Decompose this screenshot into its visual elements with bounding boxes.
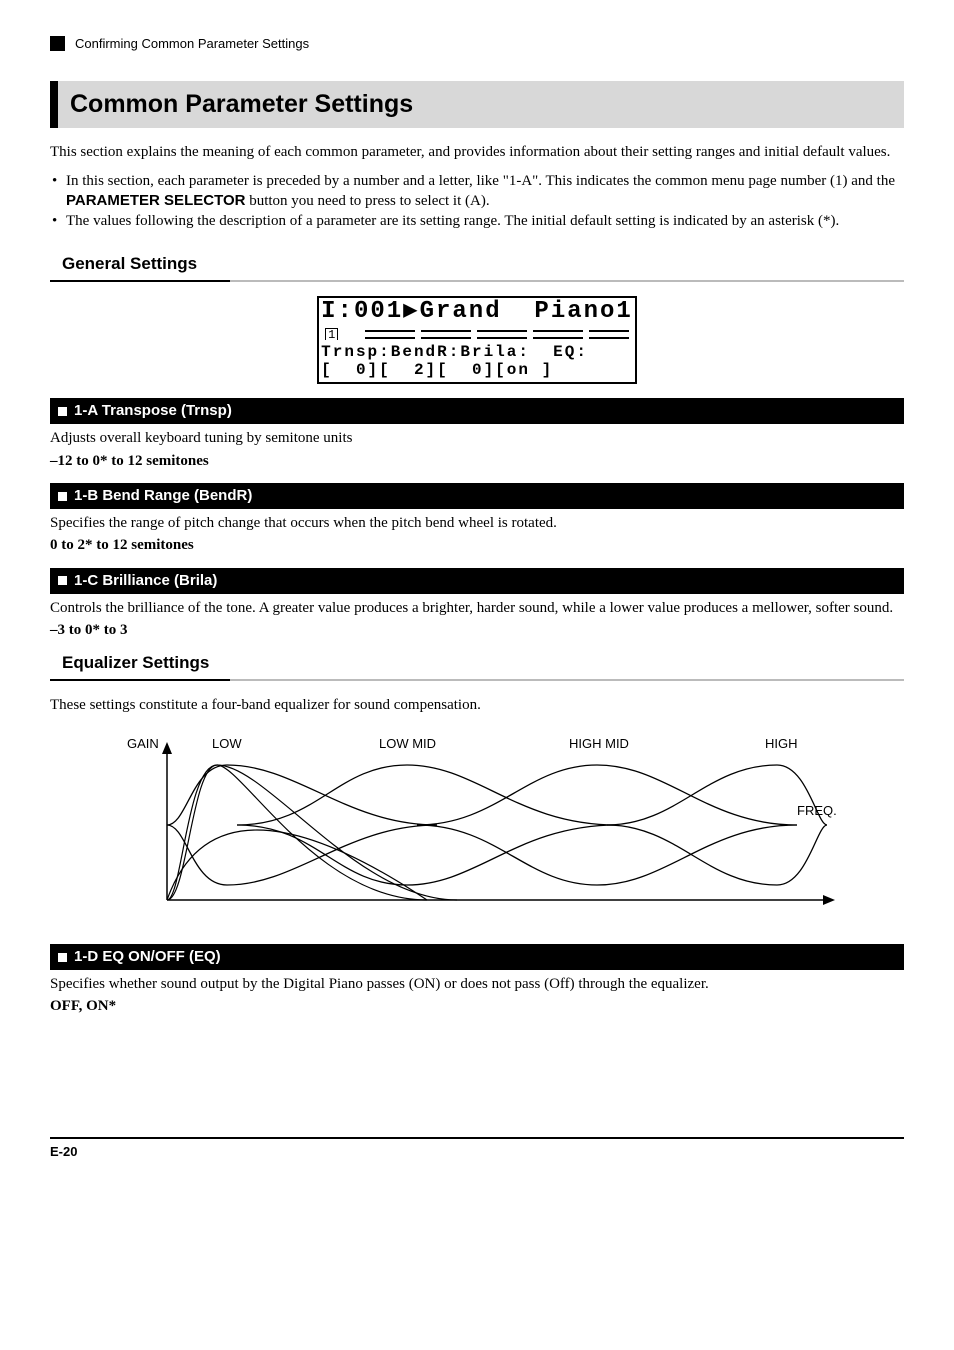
lcd-display: I:001▶Grand Piano1 1 Trnsp:BendR:Brila: … (50, 296, 904, 384)
bullet-list: • In this section, each parameter is pre… (50, 171, 904, 232)
page-number: E-20 (50, 1144, 77, 1159)
intro-text: This section explains the meaning of eac… (50, 142, 904, 162)
square-icon (58, 492, 67, 501)
param-header-1c: 1-C Brilliance (Brila) (50, 568, 904, 594)
lcd-line-1: I:001▶Grand Piano1 (321, 300, 633, 326)
bullet-pre: In this section, each parameter is prece… (66, 173, 895, 189)
param-title: 1-A Transpose (Trnsp) (74, 401, 232, 421)
param-title: 1-D EQ ON/OFF (EQ) (74, 947, 221, 967)
heading-rule (50, 280, 904, 282)
lcd-page-bar: 1 (321, 328, 633, 342)
bullet-pre: The values following the description of … (66, 213, 839, 229)
param-desc: Specifies whether sound output by the Di… (50, 974, 904, 994)
param-range: OFF, ON* (50, 996, 904, 1016)
param-title: 1-B Bend Range (BendR) (74, 486, 252, 506)
lcd-line-4: [ 0][ 2][ 0][on ] (321, 362, 633, 380)
param-range: –3 to 0* to 3 (50, 620, 904, 640)
eq-diagram: GAIN LOW LOW MID HIGH MID HIGH FREQ. (50, 730, 904, 926)
equalizer-settings-heading: Equalizer Settings (62, 652, 904, 675)
eq-label-lowmid: LOW MID (379, 736, 436, 751)
eq-label-low: LOW (212, 736, 242, 751)
param-range: 0 to 2* to 12 semitones (50, 535, 904, 555)
breadcrumb-marker (50, 36, 65, 51)
param-desc: Adjusts overall keyboard tuning by semit… (50, 428, 904, 448)
eq-label-high: HIGH (765, 736, 798, 751)
param-header-1b: 1-B Bend Range (BendR) (50, 483, 904, 509)
list-item: • In this section, each parameter is pre… (50, 171, 904, 212)
breadcrumb-text: Confirming Common Parameter Settings (75, 35, 309, 53)
bullet-text: The values following the description of … (66, 211, 904, 231)
lcd-page-number: 1 (325, 328, 338, 340)
square-icon (58, 576, 67, 585)
list-item: • The values following the description o… (50, 211, 904, 231)
param-header-1a: 1-A Transpose (Trnsp) (50, 398, 904, 424)
bullet-post: button you need to press to select it (A… (245, 193, 489, 209)
heading-rule (50, 679, 904, 681)
general-settings-heading: General Settings (62, 253, 904, 276)
param-header-1d: 1-D EQ ON/OFF (EQ) (50, 944, 904, 970)
bullet-text: In this section, each parameter is prece… (66, 171, 904, 212)
page-footer: E-20 (50, 1137, 904, 1161)
param-title: 1-C Brilliance (Brila) (74, 571, 217, 591)
eq-label-highmid: HIGH MID (569, 736, 629, 751)
bullet-bold: PARAMETER SELECTOR (66, 192, 245, 209)
page-title: Common Parameter Settings (50, 81, 904, 129)
eq-description: These settings constitute a four-band eq… (50, 695, 904, 715)
param-desc: Specifies the range of pitch change that… (50, 513, 904, 533)
eq-label-gain: GAIN (127, 736, 159, 751)
lcd-line-3: Trnsp:BendR:Brila: EQ: (321, 344, 633, 362)
square-icon (58, 953, 67, 962)
square-icon (58, 407, 67, 416)
param-desc: Controls the brilliance of the tone. A g… (50, 598, 904, 618)
param-range: –12 to 0* to 12 semitones (50, 451, 904, 471)
breadcrumb: Confirming Common Parameter Settings (50, 35, 904, 53)
bullet-dot: • (50, 171, 66, 212)
eq-svg: GAIN LOW LOW MID HIGH MID HIGH FREQ. (97, 730, 857, 920)
bullet-dot: • (50, 211, 66, 231)
eq-label-freq: FREQ. (797, 803, 837, 818)
